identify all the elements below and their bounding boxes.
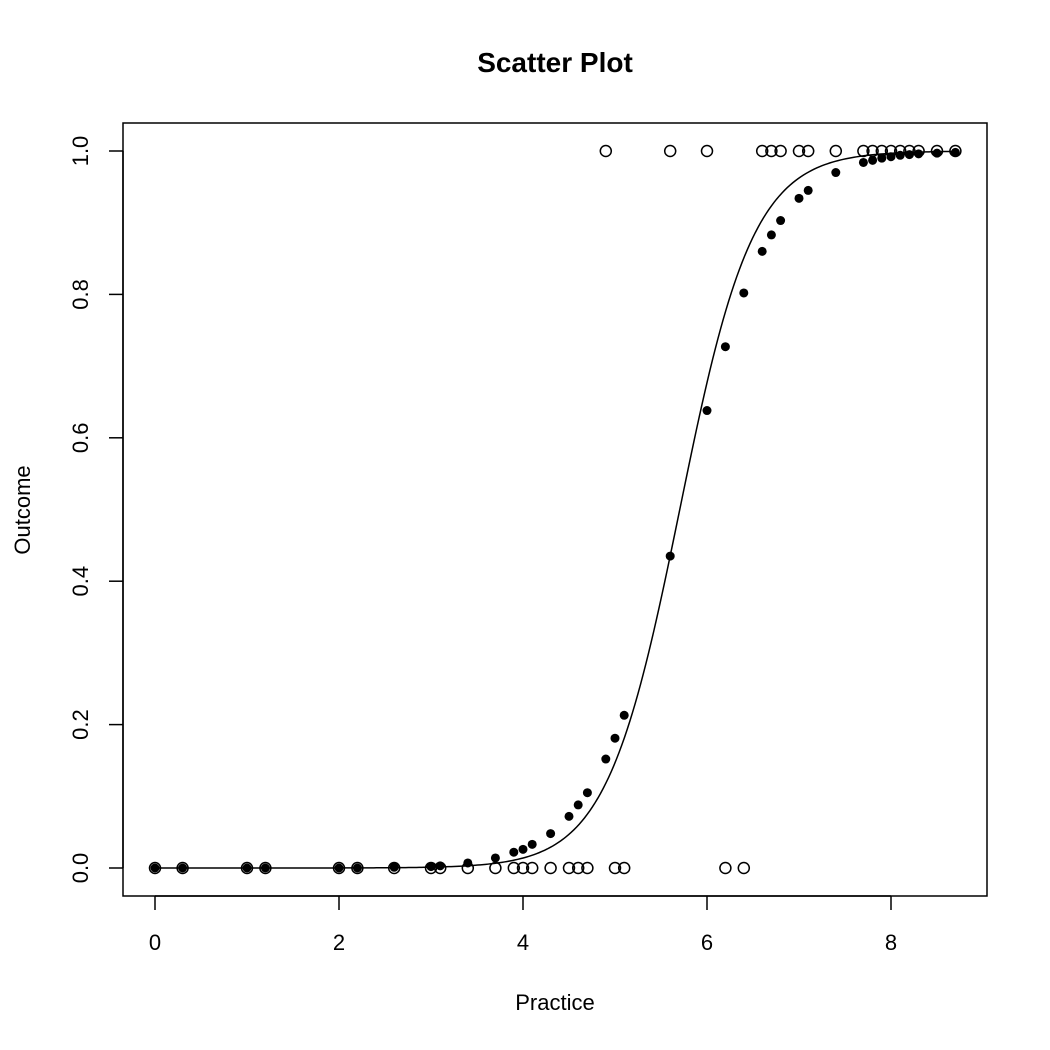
y-tick-label: 1.0 bbox=[68, 136, 93, 167]
fitted-point bbox=[757, 246, 767, 256]
fitted-point bbox=[546, 829, 556, 839]
fitted-point bbox=[886, 152, 896, 162]
fitted-point bbox=[260, 863, 270, 873]
fit-curve-layer bbox=[155, 150, 956, 869]
observed-point bbox=[700, 144, 714, 158]
fitted-point bbox=[766, 230, 776, 240]
fitted-point bbox=[610, 733, 620, 743]
fitted-point bbox=[932, 148, 942, 158]
y-tick-label: 0.6 bbox=[68, 423, 93, 454]
observed-point bbox=[719, 861, 732, 875]
fitted-point bbox=[242, 863, 252, 873]
fitted-point bbox=[435, 861, 445, 871]
fitted-point bbox=[895, 150, 905, 160]
fitted-point bbox=[463, 858, 473, 868]
x-tick-label: 2 bbox=[333, 930, 345, 955]
fitted-point bbox=[352, 863, 362, 873]
fitted-point bbox=[831, 168, 841, 178]
x-axis-label: Practice bbox=[515, 990, 594, 1015]
fitted-point bbox=[582, 788, 592, 798]
fitted-point bbox=[950, 147, 960, 157]
fitted-point bbox=[178, 863, 188, 873]
fitted-point bbox=[518, 844, 528, 854]
y-tick-label: 0.2 bbox=[68, 709, 93, 740]
fitted-point bbox=[601, 754, 611, 764]
chart-title: Scatter Plot bbox=[477, 47, 633, 78]
fitted-point bbox=[904, 150, 914, 160]
fitted-point bbox=[334, 863, 344, 873]
fitted-point bbox=[739, 288, 749, 298]
x-tick-label: 8 bbox=[885, 930, 897, 955]
fitted-point bbox=[803, 185, 813, 195]
fitted-points-layer bbox=[150, 147, 960, 873]
fitted-point bbox=[426, 862, 436, 872]
fitted-point bbox=[389, 862, 399, 872]
observed-point bbox=[663, 144, 677, 158]
fitted-point bbox=[527, 839, 537, 849]
x-tick-label: 6 bbox=[701, 930, 713, 955]
fitted-point bbox=[868, 155, 878, 165]
fitted-point bbox=[619, 710, 629, 720]
fitted-point bbox=[914, 149, 924, 159]
observed-point bbox=[737, 861, 751, 875]
y-tick-label: 0.4 bbox=[68, 566, 93, 597]
x-tick-label: 0 bbox=[149, 930, 161, 955]
fitted-point bbox=[720, 342, 730, 352]
scatter-chart: Scatter Plot 0 2 4 6 8 0.0 0.2 0.4 0.6 0.8 1.0 Pr… bbox=[10, 47, 988, 1015]
fitted-point bbox=[490, 853, 500, 863]
observed-points-layer bbox=[148, 144, 962, 875]
observed-point bbox=[829, 144, 843, 158]
fitted-point bbox=[877, 153, 887, 163]
x-axis: 0 2 4 6 8 bbox=[149, 895, 897, 955]
fitted-point bbox=[564, 811, 574, 821]
fitted-point bbox=[702, 406, 712, 416]
y-tick-label: 0.0 bbox=[68, 853, 93, 884]
fitted-point bbox=[776, 216, 786, 226]
plot-frame bbox=[122, 122, 988, 897]
fitted-point bbox=[509, 847, 519, 857]
observed-point bbox=[544, 861, 557, 875]
y-axis: 0.0 0.2 0.4 0.6 0.8 1.0 bbox=[68, 136, 124, 884]
y-tick-label: 0.8 bbox=[68, 279, 93, 310]
logistic-fit-curve bbox=[155, 150, 956, 869]
fitted-point bbox=[665, 551, 675, 561]
x-tick-label: 4 bbox=[517, 930, 529, 955]
fitted-point bbox=[858, 157, 868, 167]
fitted-point bbox=[573, 800, 583, 810]
fitted-point bbox=[150, 863, 160, 873]
y-axis-label: Outcome bbox=[10, 465, 35, 554]
observed-point bbox=[599, 144, 613, 158]
observed-point bbox=[489, 861, 502, 875]
fitted-point bbox=[794, 193, 804, 203]
